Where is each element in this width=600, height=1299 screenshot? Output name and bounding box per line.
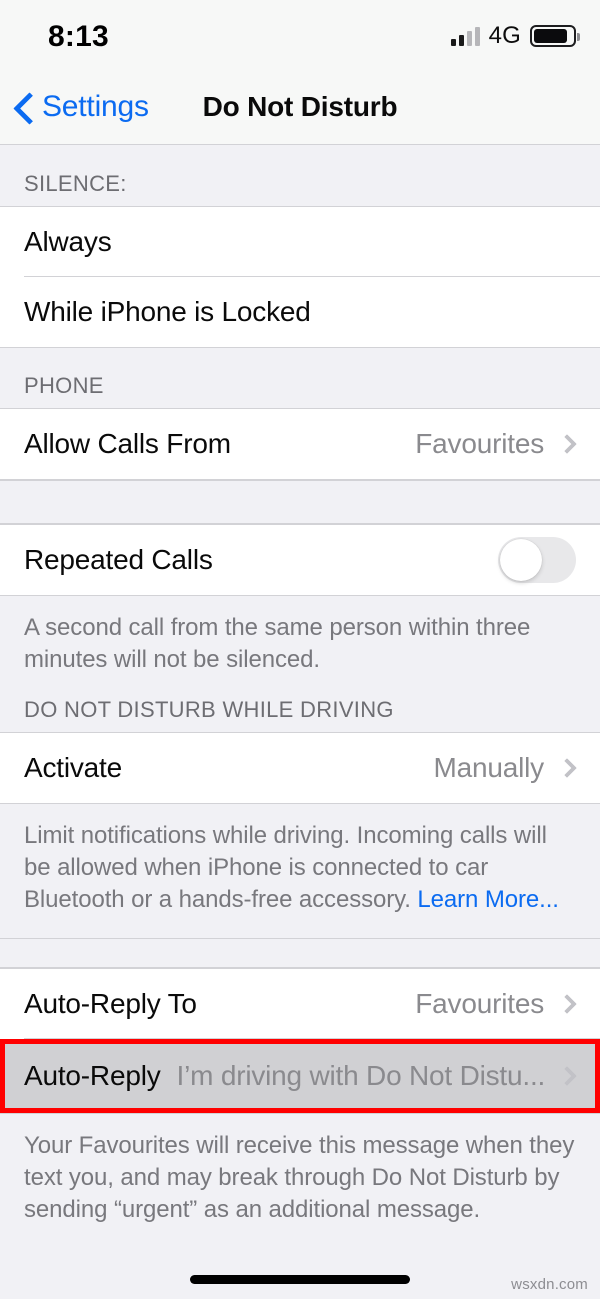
footnote-driving: Limit notifications while driving. Incom… xyxy=(0,804,600,938)
row-always[interactable]: Always xyxy=(0,207,600,278)
section-header-driving: DO NOT DISTURB WHILE DRIVING xyxy=(24,697,394,723)
footnote-repeated-calls: A second call from the same person withi… xyxy=(24,614,531,674)
row-while-iphone-is-locked[interactable]: While iPhone is Locked xyxy=(0,277,600,348)
footnote-auto-reply: Your Favourites will receive this messag… xyxy=(24,1132,575,1223)
auto-reply-message-value: I’m driving with Do Not Distu... xyxy=(176,1060,546,1092)
home-indicator xyxy=(190,1275,410,1284)
chevron-right-icon xyxy=(557,1066,577,1086)
row-label: Repeated Calls xyxy=(24,544,213,576)
row-accessory xyxy=(557,1066,577,1086)
row-accessory xyxy=(498,537,576,584)
row-label: Allow Calls From xyxy=(24,428,231,460)
row-accessory: Favourites xyxy=(415,428,577,460)
chevron-right-icon xyxy=(557,758,577,779)
section-header-silence: SILENCE: xyxy=(24,171,127,196)
signal-bars-icon xyxy=(450,26,480,46)
iphone-screen: 8:13 4G Settings Do Not Disturb SILENCE:… xyxy=(0,0,600,1299)
section-repeated-calls: Repeated Calls xyxy=(0,524,600,597)
row-label: Auto-Reply To xyxy=(24,988,197,1020)
row-label: Always xyxy=(24,226,112,258)
row-value: Manually xyxy=(433,752,545,784)
chevron-right-icon xyxy=(557,994,577,1014)
section-spacer xyxy=(0,480,600,525)
status-time: 8:13 xyxy=(48,20,109,53)
row-activate[interactable]: Activate Manually xyxy=(0,733,600,804)
row-value: Favourites xyxy=(415,988,544,1020)
row-label: Auto-Reply xyxy=(24,1060,161,1092)
learn-more-link[interactable]: Learn More... xyxy=(417,886,559,913)
section-auto-reply: Auto-Reply To Favourites Auto-Reply I’m … xyxy=(0,968,600,1115)
row-value: Favourites xyxy=(415,428,544,460)
auto-reply-inline: Auto-Reply I’m driving with Do Not Distu… xyxy=(24,1060,560,1092)
row-label: While iPhone is Locked xyxy=(24,296,311,328)
row-accessory: Favourites xyxy=(415,988,577,1020)
status-indicators: 4G xyxy=(450,22,580,50)
watermark: wsxdn.com xyxy=(511,1276,588,1293)
toggle-knob xyxy=(500,539,542,582)
network-type-label: 4G xyxy=(488,22,521,49)
section-spacer-2 xyxy=(0,938,600,969)
section-phone: Allow Calls From Favourites xyxy=(0,408,600,481)
row-accessory: Manually xyxy=(433,752,577,784)
navigation-bar: Settings Do Not Disturb xyxy=(0,70,600,145)
battery-icon xyxy=(530,25,580,47)
status-bar: 8:13 4G xyxy=(0,0,600,70)
page-title: Do Not Disturb xyxy=(202,91,398,122)
row-label: Activate xyxy=(24,752,122,784)
row-repeated-calls[interactable]: Repeated Calls xyxy=(0,525,600,596)
section-silence: Always While iPhone is Locked xyxy=(0,206,600,349)
row-auto-reply-to[interactable]: Auto-Reply To Favourites xyxy=(0,969,600,1040)
section-driving: Activate Manually xyxy=(0,732,600,805)
chevron-right-icon xyxy=(557,434,577,455)
row-auto-reply-message[interactable]: Auto-Reply I’m driving with Do Not Distu… xyxy=(0,1039,600,1114)
section-header-phone: PHONE xyxy=(24,373,104,399)
settings-list: SILENCE: Always While iPhone is Locked P… xyxy=(0,146,600,1299)
row-allow-calls-from[interactable]: Allow Calls From Favourites xyxy=(0,409,600,480)
repeated-calls-toggle[interactable] xyxy=(498,537,576,584)
